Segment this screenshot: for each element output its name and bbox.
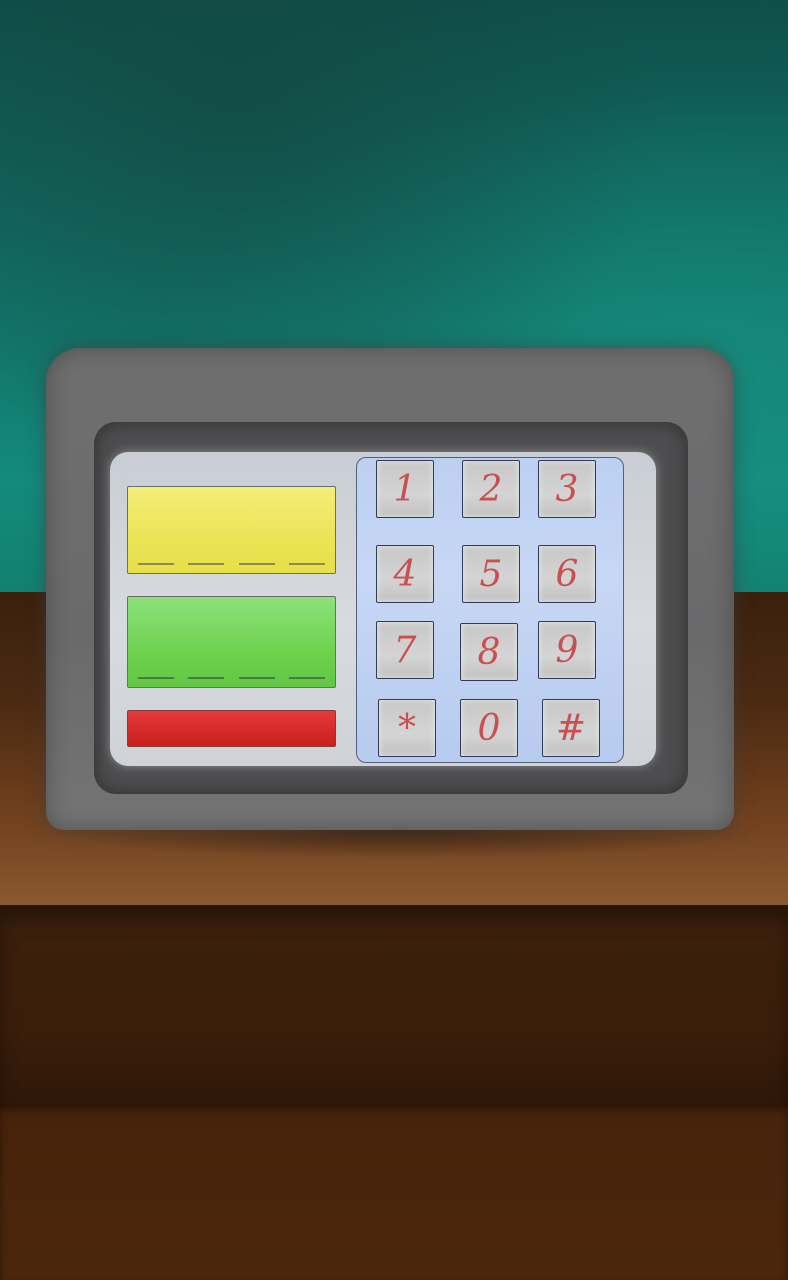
key-2[interactable]: 2	[462, 460, 520, 518]
key-9[interactable]: 9	[538, 621, 596, 679]
code-display-top	[127, 486, 336, 574]
code-slot	[188, 677, 225, 679]
code-display-middle	[127, 596, 336, 688]
code-slot	[288, 677, 325, 679]
table-front	[0, 905, 788, 1110]
key-4[interactable]: 4	[376, 545, 434, 603]
key-star[interactable]: *	[378, 699, 436, 757]
code-slots-middle	[138, 677, 325, 679]
key-3[interactable]: 3	[538, 460, 596, 518]
code-slot	[138, 677, 174, 679]
control-panel: 1 2 3 4 5 6 7 8 9 * 0 #	[110, 452, 656, 766]
key-6[interactable]: 6	[538, 545, 596, 603]
keypad-lock-device: 1 2 3 4 5 6 7 8 9 * 0 #	[46, 348, 734, 830]
code-slot	[188, 563, 225, 565]
code-slot	[238, 563, 275, 565]
code-slot	[238, 677, 275, 679]
key-1[interactable]: 1	[376, 460, 434, 518]
code-slots-top	[138, 563, 325, 565]
device-bezel: 1 2 3 4 5 6 7 8 9 * 0 #	[94, 422, 688, 794]
key-7[interactable]: 7	[376, 621, 434, 679]
key-5[interactable]: 5	[462, 545, 520, 603]
code-slot	[288, 563, 325, 565]
status-bar	[127, 710, 336, 747]
key-0[interactable]: 0	[460, 699, 518, 757]
keypad: 1 2 3 4 5 6 7 8 9 * 0 #	[356, 457, 624, 763]
table-bottom-edge	[0, 1106, 788, 1280]
key-8[interactable]: 8	[460, 623, 518, 681]
code-slot	[138, 563, 174, 565]
key-hash[interactable]: #	[542, 699, 600, 757]
